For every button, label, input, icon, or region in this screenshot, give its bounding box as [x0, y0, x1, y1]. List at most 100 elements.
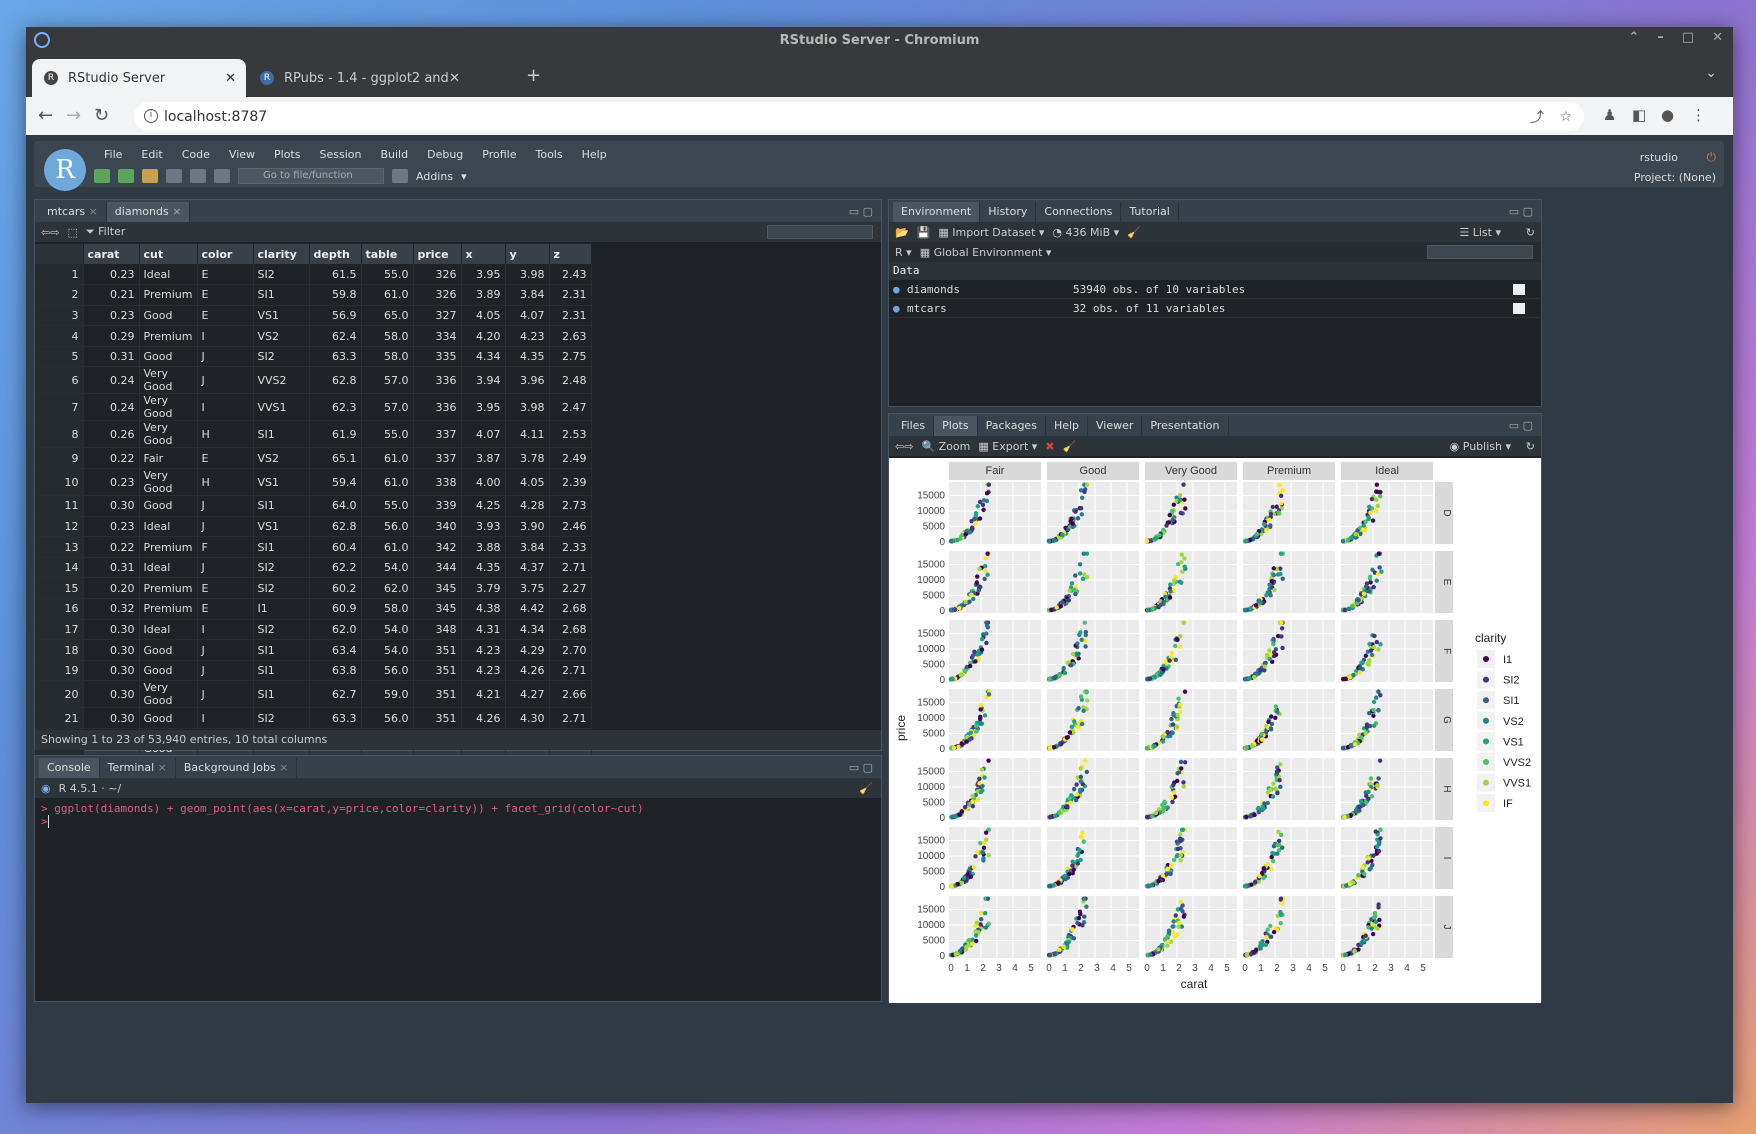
info-icon[interactable]: i — [144, 109, 158, 123]
menu-help[interactable]: Help — [582, 148, 607, 161]
power-icon[interactable]: ⏻ — [1707, 150, 1717, 165]
tab-plots[interactable]: Plots — [934, 416, 978, 436]
forward-icon[interactable]: → — [66, 105, 81, 126]
menu-build[interactable]: Build — [380, 148, 408, 161]
browser-tab-rstudio[interactable]: R RStudio Server ✕ — [32, 59, 246, 97]
tab-background-jobs[interactable]: Background Jobs × — [176, 758, 298, 778]
share-icon[interactable]: ⤴ — [1530, 107, 1544, 127]
tab-viewer[interactable]: Viewer — [1088, 416, 1143, 436]
tab-tutorial[interactable]: Tutorial — [1121, 202, 1179, 222]
menu-debug[interactable]: Debug — [427, 148, 463, 161]
tab-console[interactable]: Console — [39, 758, 100, 778]
pane-minmax-icon[interactable]: ▭ ▢ — [1509, 419, 1533, 432]
save-workspace-icon[interactable]: 💾 — [917, 226, 931, 239]
close-tab-icon[interactable]: ✕ — [449, 71, 460, 86]
tab-history[interactable]: History — [980, 202, 1037, 222]
load-workspace-icon[interactable]: 📂 — [895, 226, 909, 239]
column-header-clarity[interactable]: clarity — [253, 244, 310, 264]
menu-plots[interactable]: Plots — [274, 148, 300, 161]
new-tab-icon[interactable]: + — [526, 65, 541, 86]
column-header-carat[interactable]: carat — [83, 244, 140, 264]
tab-search-icon[interactable]: ⌄ — [1705, 65, 1717, 81]
pane-minmax-icon[interactable]: ▭ ▢ — [849, 761, 873, 774]
scope-menu[interactable]: ▦ Global Environment ▾ — [920, 246, 1052, 259]
env-item-mtcars[interactable]: ● mtcars 32 obs. of 11 variables — [889, 299, 1541, 318]
maximize-icon[interactable]: □ — [1682, 30, 1694, 45]
column-header-cut[interactable]: cut — [139, 244, 198, 264]
pane-minmax-icon[interactable]: ▭ ▢ — [1509, 205, 1533, 218]
tab-packages[interactable]: Packages — [978, 416, 1046, 436]
clear-env-icon[interactable]: 🧹 — [1127, 226, 1141, 239]
menu-edit[interactable]: Edit — [141, 148, 162, 161]
print-icon[interactable] — [214, 169, 230, 183]
tab-presentation[interactable]: Presentation — [1142, 416, 1229, 436]
back-icon[interactable]: ← — [38, 105, 53, 126]
column-header-color[interactable]: color — [197, 244, 254, 264]
tab-mtcars[interactable]: mtcars × — [39, 202, 107, 222]
column-header-depth[interactable]: depth — [309, 244, 362, 264]
env-item-diamonds[interactable]: ● diamonds 53940 obs. of 10 variables — [889, 280, 1541, 299]
reload-icon[interactable]: ↻ — [94, 105, 109, 126]
view-data-icon[interactable] — [1513, 283, 1525, 295]
pane-minmax-icon[interactable]: ▭ ▢ — [849, 205, 873, 218]
menu-file[interactable]: File — [104, 148, 122, 161]
memory-usage[interactable]: ◔ 436 MiB ▾ — [1052, 226, 1119, 239]
zoom-button[interactable]: 🔍 Zoom — [921, 440, 970, 453]
env-search-input[interactable] — [1427, 245, 1533, 259]
extensions-icon[interactable]: ♟ — [1603, 106, 1616, 124]
clear-console-icon[interactable]: 🧹 — [859, 782, 873, 795]
tab-terminal[interactable]: Terminal × — [100, 758, 176, 778]
menu-code[interactable]: Code — [182, 148, 210, 161]
minimize-icon[interactable]: – — [1657, 30, 1664, 45]
refresh-icon[interactable]: ↻ — [1526, 440, 1535, 453]
tab-environment[interactable]: Environment — [893, 202, 981, 222]
close-tab-icon[interactable]: ✕ — [225, 71, 236, 86]
menu-tools[interactable]: Tools — [535, 148, 562, 161]
expand-icon[interactable]: ● — [889, 283, 903, 296]
column-header-price[interactable]: price — [413, 244, 462, 264]
import-dataset-button[interactable]: ▦ Import Dataset ▾ — [938, 226, 1044, 239]
view-mode-menu[interactable]: ☰ List ▾ — [1459, 226, 1501, 239]
menu-icon[interactable]: ⋮ — [1691, 106, 1706, 124]
tab-help[interactable]: Help — [1046, 416, 1089, 436]
save-icon[interactable] — [166, 169, 182, 183]
filter-button[interactable]: ⏷ Filter — [86, 225, 126, 239]
column-header-y[interactable]: y — [505, 244, 550, 264]
tab-files[interactable]: Files — [893, 416, 935, 436]
console-output[interactable]: > ggplot(diamonds) + geom_point(aes(x=ca… — [35, 798, 881, 832]
save-all-icon[interactable] — [190, 169, 206, 183]
menu-view[interactable]: View — [229, 148, 255, 161]
sidepanel-icon[interactable]: ◧ — [1632, 106, 1646, 124]
browser-tab-rpubs[interactable]: R RPubs - 1.4 - ggplot2 and D ✕ — [248, 59, 470, 97]
publish-button[interactable]: ◉ Publish ▾ — [1450, 440, 1511, 453]
addins-menu[interactable]: Addins — [416, 170, 453, 183]
export-button[interactable]: ▦ Export ▾ — [978, 440, 1037, 453]
column-header-z[interactable]: z — [549, 244, 592, 264]
language-menu[interactable]: R ▾ — [895, 246, 912, 259]
grid-icon[interactable] — [392, 169, 408, 183]
profile-icon[interactable]: ● — [1661, 106, 1674, 124]
expand-icon[interactable]: ● — [889, 302, 903, 315]
menu-session[interactable]: Session — [319, 148, 361, 161]
column-header-x[interactable]: x — [461, 244, 506, 264]
table-search-input[interactable] — [767, 225, 873, 239]
remove-plot-icon[interactable]: ✖ — [1045, 440, 1054, 453]
refresh-icon[interactable]: ↻ — [1526, 226, 1535, 239]
popout-icon[interactable]: ⬚ — [67, 226, 77, 239]
tab-diamonds[interactable]: diamonds × — [106, 202, 191, 222]
goto-file-input[interactable]: Go to file/function — [238, 168, 384, 184]
new-file-icon[interactable] — [94, 169, 110, 183]
new-project-icon[interactable] — [118, 169, 134, 183]
menu-profile[interactable]: Profile — [482, 148, 516, 161]
bookmark-star-icon[interactable]: ☆ — [1559, 109, 1572, 125]
view-data-icon[interactable] — [1513, 302, 1525, 314]
back-forward-icon[interactable]: ⇦⇨ — [41, 226, 59, 239]
url-input[interactable]: i localhost:8787 ⤴ ☆ — [134, 102, 1584, 131]
clear-plots-icon[interactable]: 🧹 — [1063, 440, 1077, 453]
open-file-icon[interactable] — [142, 169, 158, 183]
column-header-table[interactable]: table — [361, 244, 414, 264]
chevron-up-icon[interactable]: ⌃ — [1628, 30, 1639, 45]
close-icon[interactable]: ✕ — [1712, 30, 1723, 45]
tab-connections[interactable]: Connections — [1036, 202, 1122, 222]
project-menu[interactable]: Project: (None) — [1634, 171, 1716, 184]
